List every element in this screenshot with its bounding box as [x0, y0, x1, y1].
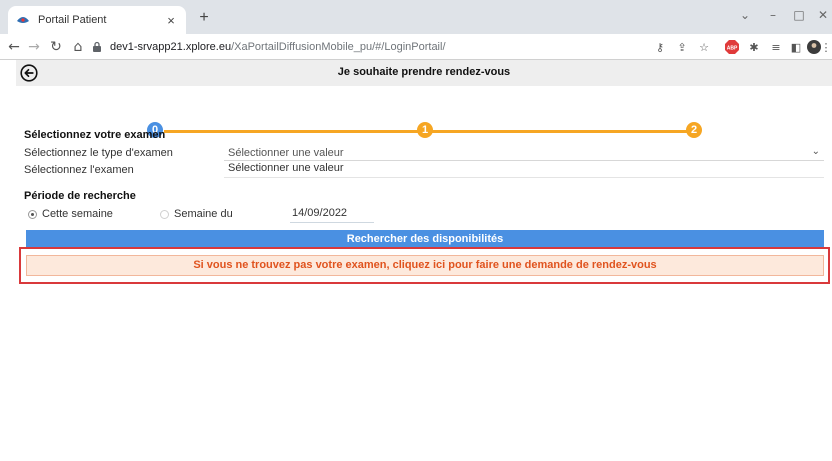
browser-tab-bar: Portail Patient × + ⌄ – □ ✕: [0, 0, 832, 34]
chevron-down-icon: ⌄: [811, 146, 820, 157]
radio-unchecked-icon: [160, 209, 169, 219]
exam-type-select-value: Sélectionner une valeur: [228, 146, 344, 159]
key-icon[interactable]: ⚷: [652, 39, 668, 55]
browser-menu-icon[interactable]: ⋮: [821, 39, 832, 55]
exam-label: Sélectionnez l'examen: [24, 164, 134, 176]
address-bar[interactable]: dev1-srvapp21.xplore.eu/XaPortailDiffusi…: [92, 37, 732, 57]
browser-toolbar: ← → ↻ ⌂ dev1-srvapp21.xplore.eu/XaPortai…: [0, 34, 832, 60]
radio-checked-icon: [28, 209, 37, 219]
step-2-indicator: 2: [686, 122, 702, 138]
week-date-input[interactable]: 14/09/2022: [290, 207, 374, 223]
radio-this-week-label: Cette semaine: [42, 208, 113, 220]
reload-icon[interactable]: ↻: [48, 39, 64, 55]
side-panel-icon[interactable]: ◧: [788, 39, 804, 55]
reading-list-icon[interactable]: ≡: [768, 39, 784, 55]
lock-icon: [93, 41, 101, 52]
radio-week-of-label: Semaine du: [174, 208, 233, 220]
bookmark-star-icon[interactable]: ☆: [696, 39, 712, 55]
new-tab-icon[interactable]: +: [196, 10, 212, 26]
appointment-request-button[interactable]: Si vous ne trouvez pas votre examen, cli…: [26, 255, 824, 276]
svg-text:ABP: ABP: [727, 46, 738, 52]
exam-section-title: Sélectionnez votre examen: [24, 129, 166, 141]
home-icon[interactable]: ⌂: [70, 39, 86, 55]
forward-arrow-icon[interactable]: →: [26, 39, 42, 55]
progress-stepper: [0, 86, 832, 133]
extensions-puzzle-icon[interactable]: ✱: [746, 39, 762, 55]
maximize-icon[interactable]: □: [792, 8, 806, 22]
close-window-icon[interactable]: ✕: [816, 8, 830, 22]
exam-select[interactable]: Sélectionner une valeur: [224, 162, 824, 178]
share-icon[interactable]: ⇪: [674, 39, 690, 55]
back-arrow-icon[interactable]: ←: [6, 39, 22, 55]
radio-this-week[interactable]: Cette semaine: [28, 208, 113, 220]
page-title: Je souhaite prendre rendez-vous: [337, 66, 511, 78]
minimize-icon[interactable]: –: [766, 8, 780, 22]
browser-tab[interactable]: Portail Patient ×: [8, 6, 186, 34]
adblock-icon[interactable]: ABP: [724, 39, 740, 55]
step-1-indicator: 1: [417, 122, 433, 138]
tab-close-icon[interactable]: ×: [164, 13, 178, 28]
browser-tab-title: Portail Patient: [38, 14, 107, 26]
portal-favicon-icon: [16, 15, 30, 25]
tab-search-icon[interactable]: ⌄: [738, 8, 752, 22]
radio-week-of[interactable]: Semaine du: [160, 208, 233, 220]
page-header: Je souhaite prendre rendez-vous: [16, 60, 832, 86]
url-path: /XaPortailDiffusionMobile_pu/#/LoginPort…: [231, 41, 446, 53]
period-section-title: Période de recherche: [24, 190, 136, 202]
url-host: dev1-srvapp21.xplore.eu: [110, 41, 232, 53]
exam-type-label: Sélectionnez le type d'examen: [24, 147, 173, 159]
exam-type-select[interactable]: Sélectionner une valeur ⌄: [224, 145, 824, 161]
